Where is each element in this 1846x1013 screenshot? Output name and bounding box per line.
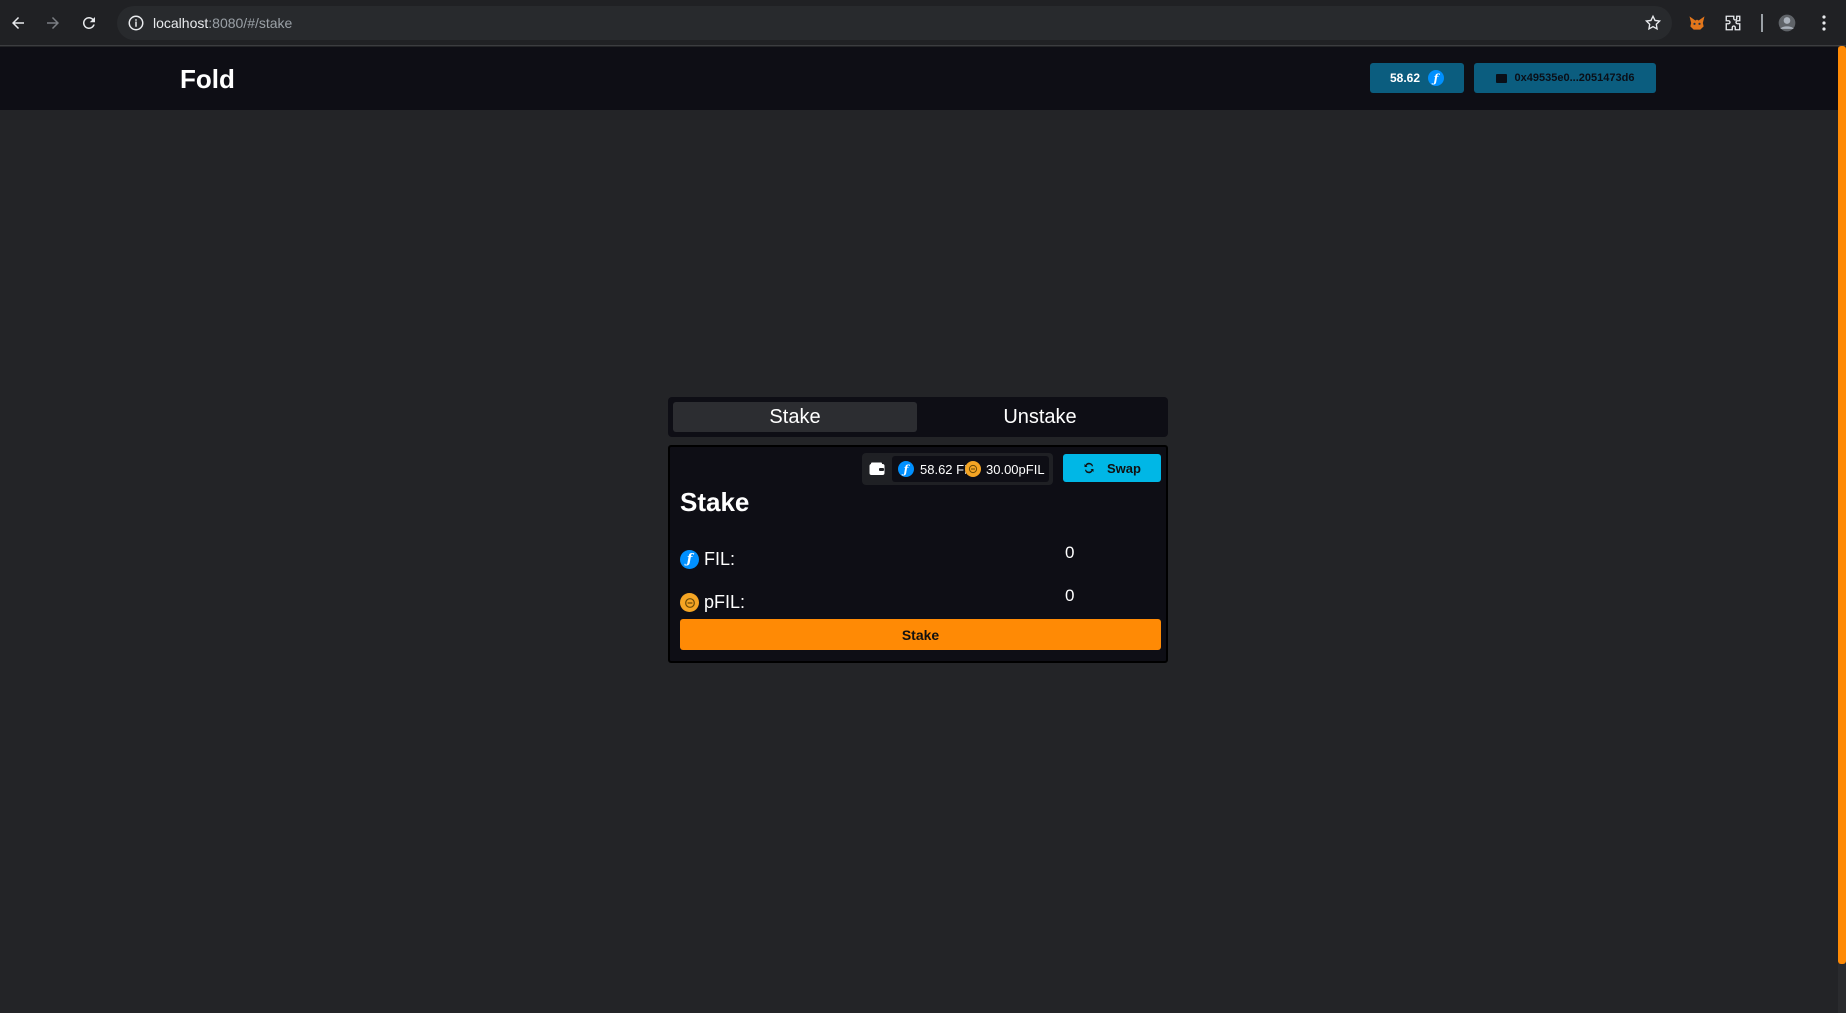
- extensions-puzzle-icon[interactable]: [1722, 12, 1744, 34]
- brand-logo-text[interactable]: Fold: [180, 64, 235, 95]
- fil-label: FIL:: [704, 549, 736, 569]
- toolbar-divider: [1761, 14, 1763, 32]
- swap-button[interactable]: Swap: [1063, 454, 1161, 482]
- fil-amount-input[interactable]: 0: [1065, 543, 1074, 563]
- pfil-label: pFIL:: [704, 592, 746, 612]
- wallet-balance-pill: ƒ 58.62 FIL 30.00pFIL: [862, 453, 1053, 485]
- app-header: Fold 58.62 ƒ 0x49535e0...2051473d6: [0, 47, 1838, 110]
- reload-icon[interactable]: [77, 11, 101, 35]
- pfil-icon: [965, 461, 981, 477]
- wallet-icon: [866, 458, 888, 480]
- pfil-input-row: pFIL: 0: [680, 586, 1160, 613]
- stake-button[interactable]: Stake: [680, 619, 1161, 650]
- scrollbar-thumb[interactable]: [1838, 46, 1846, 964]
- wallet-pfil-balance: 30.00pFIL: [986, 462, 1045, 477]
- site-info-icon[interactable]: [127, 14, 145, 32]
- more-menu-icon[interactable]: [1813, 12, 1835, 34]
- tab-unstake[interactable]: Unstake: [918, 402, 1162, 432]
- address-bar[interactable]: localhost:8080/#/stake: [117, 6, 1672, 40]
- card-title: Stake: [680, 487, 750, 517]
- metamask-extension-icon[interactable]: [1686, 12, 1708, 34]
- url-text: localhost:8080/#/stake: [153, 15, 293, 31]
- browser-toolbar: localhost:8080/#/stake: [0, 0, 1846, 46]
- balance-value: 58.62: [1389, 71, 1421, 85]
- wallet-fil-balance: 58.62 FIL: [920, 462, 966, 477]
- fil-icon: ƒ: [680, 550, 699, 569]
- pfil-icon: [680, 593, 699, 612]
- wallet-address-button[interactable]: 0x49535e0...2051473d6: [1474, 63, 1656, 93]
- fil-icon: ƒ: [898, 461, 914, 477]
- stake-tabs: Stake Unstake: [668, 397, 1168, 437]
- swap-icon: [1084, 462, 1094, 474]
- profile-avatar[interactable]: [1776, 12, 1798, 34]
- wallet-address: 0x49535e0...2051473d6: [1514, 72, 1635, 84]
- stake-card: ƒ 58.62 FIL 30.00pFIL Swap Stake ƒ FIL: …: [668, 445, 1168, 663]
- bookmark-star-icon[interactable]: [1644, 14, 1662, 32]
- fil-input-row: ƒ FIL: 0: [680, 543, 1160, 570]
- pfil-amount-output: 0: [1065, 586, 1075, 605]
- tab-stake[interactable]: Stake: [673, 402, 917, 432]
- wallet-balances: ƒ 58.62 FIL 30.00pFIL: [892, 456, 1049, 482]
- wallet-icon: [1495, 74, 1507, 83]
- balance-button[interactable]: 58.62 ƒ: [1370, 63, 1464, 93]
- forward-icon[interactable]: [41, 11, 65, 35]
- fil-icon: ƒ: [1428, 70, 1445, 86]
- back-icon[interactable]: [6, 11, 30, 35]
